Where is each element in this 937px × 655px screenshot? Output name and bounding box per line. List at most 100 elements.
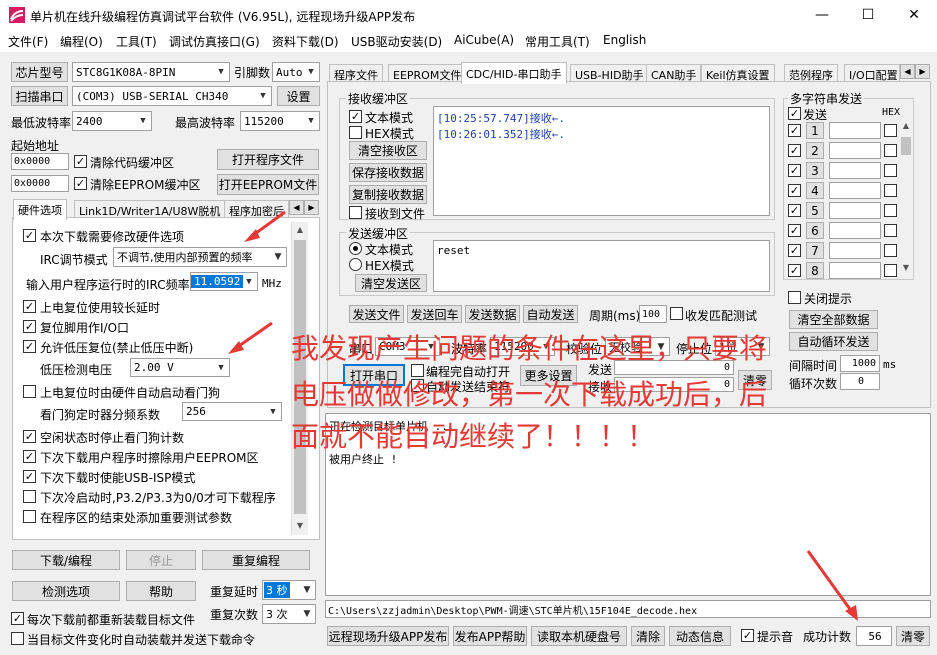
beep-checkbox[interactable]: ✓ bbox=[741, 629, 754, 642]
menu-aicube[interactable]: AiCube(A) bbox=[454, 33, 514, 47]
multi-row-checkbox[interactable]: ✓ bbox=[788, 124, 801, 137]
tab-scroll-left-button[interactable]: ◀ bbox=[900, 64, 915, 79]
p32-p33-checkbox[interactable] bbox=[23, 490, 36, 503]
multi-row-hex-checkbox[interactable] bbox=[884, 204, 897, 217]
publish-help-button[interactable]: 发布APP帮助 bbox=[453, 626, 527, 646]
recv-textarea[interactable]: [10:25:57.747]接收←. [10:26:01.352]接收←. bbox=[433, 106, 770, 216]
multi-row-hex-checkbox[interactable] bbox=[884, 184, 897, 197]
multi-row-checkbox[interactable]: ✓ bbox=[788, 244, 801, 257]
close-hint-checkbox[interactable] bbox=[788, 291, 801, 304]
tab-scroll-right-button[interactable]: ▶ bbox=[304, 200, 319, 215]
multi-row-checkbox[interactable]: ✓ bbox=[788, 164, 801, 177]
usb-isp-checkbox[interactable]: ✓ bbox=[23, 470, 36, 483]
clear-all-button[interactable]: 清空全部数据 bbox=[789, 310, 878, 329]
multi-row-hex-checkbox[interactable] bbox=[884, 224, 897, 237]
maximize-button[interactable]: ☐ bbox=[845, 0, 891, 30]
wdt-div-select[interactable]: 256 ▼ bbox=[182, 402, 282, 421]
minimize-button[interactable]: — bbox=[799, 0, 845, 30]
send-hex-mode-radio[interactable] bbox=[349, 258, 362, 271]
lvd-voltage-select[interactable]: 2.00 V ▼ bbox=[130, 358, 230, 377]
menu-program[interactable]: 编程(O) bbox=[60, 33, 103, 50]
addr2-input[interactable]: 0x0000 bbox=[11, 175, 69, 192]
erase-eeprom-checkbox[interactable]: ✓ bbox=[23, 450, 36, 463]
cycle-count-input[interactable]: 0 bbox=[840, 373, 880, 390]
multi-row-input[interactable] bbox=[829, 142, 881, 159]
remote-publish-button[interactable]: 远程现场升级APP发布 bbox=[327, 626, 449, 646]
scrollbar-thumb[interactable] bbox=[901, 137, 911, 155]
multi-row-hex-checkbox[interactable] bbox=[884, 144, 897, 157]
menu-debug[interactable]: 调试仿真接口(G) bbox=[169, 33, 260, 50]
download-button[interactable]: 下载/编程 bbox=[12, 550, 120, 570]
min-baud-select[interactable]: 2400 ▼ bbox=[72, 111, 152, 131]
help-button[interactable]: 帮助 bbox=[126, 581, 196, 601]
clear-send-button[interactable]: 清空发送区 bbox=[355, 274, 427, 292]
clear-code-checkbox[interactable]: ✓ bbox=[74, 155, 87, 168]
chip-type-select[interactable]: STC8G1K08A-8PIN ▼ bbox=[72, 62, 230, 82]
multi-row-send-button[interactable]: 8 bbox=[806, 262, 824, 279]
clear-success-button[interactable]: 清零 bbox=[896, 626, 930, 646]
tab-serial-assistant[interactable]: CDC/HID-串口助手 bbox=[461, 62, 567, 84]
tab-scroll-right-button[interactable]: ▶ bbox=[915, 64, 930, 79]
period-input[interactable]: 100 bbox=[639, 305, 667, 323]
multi-row-input[interactable] bbox=[829, 162, 881, 179]
add-param-checkbox[interactable] bbox=[23, 510, 36, 523]
interval-input[interactable]: 1000 bbox=[840, 355, 880, 372]
tab-scroll-left-button[interactable]: ◀ bbox=[289, 200, 304, 215]
send-enter-button[interactable]: 发送回车 bbox=[407, 305, 462, 323]
check-options-button[interactable]: 检测选项 bbox=[12, 581, 120, 601]
repeat-delay-select[interactable]: 3 秒 ▼ bbox=[262, 580, 316, 600]
send-text-mode-radio[interactable] bbox=[349, 242, 362, 255]
lvd-reset-checkbox[interactable]: ✓ bbox=[23, 340, 36, 353]
modify-hw-checkbox[interactable]: ✓ bbox=[23, 229, 36, 242]
menu-usb-driver[interactable]: USB驱动安装(D) bbox=[351, 33, 442, 50]
open-program-button[interactable]: 打开程序文件 bbox=[217, 149, 319, 170]
reprogram-button[interactable]: 重复编程 bbox=[202, 550, 310, 570]
irc-freq-select[interactable]: 11.0592 ▼ bbox=[190, 272, 258, 291]
irc-mode-select[interactable]: 不调节,使用内部预置的频率 ▼ bbox=[113, 247, 287, 267]
pins-select[interactable]: Auto ▼ bbox=[272, 62, 320, 82]
chip-type-button[interactable]: 芯片型号 bbox=[11, 62, 68, 82]
multi-row-checkbox[interactable]: ✓ bbox=[788, 204, 801, 217]
menu-english[interactable]: English bbox=[603, 33, 646, 47]
send-file-button[interactable]: 发送文件 bbox=[349, 305, 404, 323]
multi-row-input[interactable] bbox=[829, 202, 881, 219]
long-delay-checkbox[interactable]: ✓ bbox=[23, 300, 36, 313]
multi-row-checkbox[interactable]: ✓ bbox=[788, 224, 801, 237]
scan-port-button[interactable]: 扫描串口 bbox=[11, 86, 68, 106]
multi-row-input[interactable] bbox=[829, 122, 881, 139]
anim-info-button[interactable]: 动态信息 bbox=[669, 626, 731, 646]
multi-row-send-button[interactable]: 7 bbox=[806, 242, 824, 259]
auto-send-button[interactable]: 自动发送 bbox=[523, 305, 578, 323]
clear-recv-button[interactable]: 清空接收区 bbox=[349, 141, 427, 160]
open-eeprom-button[interactable]: 打开EEPROM文件 bbox=[217, 174, 319, 195]
multi-send-all-checkbox[interactable]: ✓ bbox=[788, 107, 801, 120]
close-button[interactable]: ✕ bbox=[891, 0, 937, 30]
port-select[interactable]: (COM3) USB-SERIAL CH340 ▼ bbox=[72, 86, 272, 106]
menu-file[interactable]: 文件(F) bbox=[8, 33, 48, 50]
reset-io-checkbox[interactable]: ✓ bbox=[23, 320, 36, 333]
multi-row-hex-checkbox[interactable] bbox=[884, 124, 897, 137]
menu-tools[interactable]: 工具(T) bbox=[116, 33, 157, 50]
match-test-checkbox[interactable] bbox=[670, 307, 683, 320]
stop-button[interactable]: 停止 bbox=[126, 550, 196, 570]
hex-mode-checkbox[interactable] bbox=[349, 126, 362, 139]
repeat-count-select[interactable]: 3 次 ▼ bbox=[262, 604, 316, 624]
auto-load-checkbox[interactable] bbox=[11, 632, 24, 645]
read-disk-button[interactable]: 读取本机硬盘号 bbox=[531, 626, 627, 646]
multi-row-send-button[interactable]: 4 bbox=[806, 182, 824, 199]
multi-send-scrollbar[interactable]: ▲ ▼ bbox=[899, 121, 913, 277]
copy-recv-button[interactable]: 复制接收数据 bbox=[349, 185, 427, 204]
menu-common-tools[interactable]: 常用工具(T) bbox=[525, 33, 590, 50]
menu-download[interactable]: 资料下载(D) bbox=[272, 33, 339, 50]
multi-row-input[interactable] bbox=[829, 262, 881, 279]
addr1-input[interactable]: 0x0000 bbox=[11, 153, 69, 170]
clear-log-button[interactable]: 清除 bbox=[631, 626, 665, 646]
multi-row-send-button[interactable]: 3 bbox=[806, 162, 824, 179]
multi-row-hex-checkbox[interactable] bbox=[884, 244, 897, 257]
multi-row-send-button[interactable]: 2 bbox=[806, 142, 824, 159]
multi-row-checkbox[interactable]: ✓ bbox=[788, 144, 801, 157]
multi-row-hex-checkbox[interactable] bbox=[884, 264, 897, 277]
multi-row-input[interactable] bbox=[829, 242, 881, 259]
multi-row-send-button[interactable]: 1 bbox=[806, 122, 824, 139]
clear-eeprom-checkbox[interactable]: ✓ bbox=[74, 177, 87, 190]
